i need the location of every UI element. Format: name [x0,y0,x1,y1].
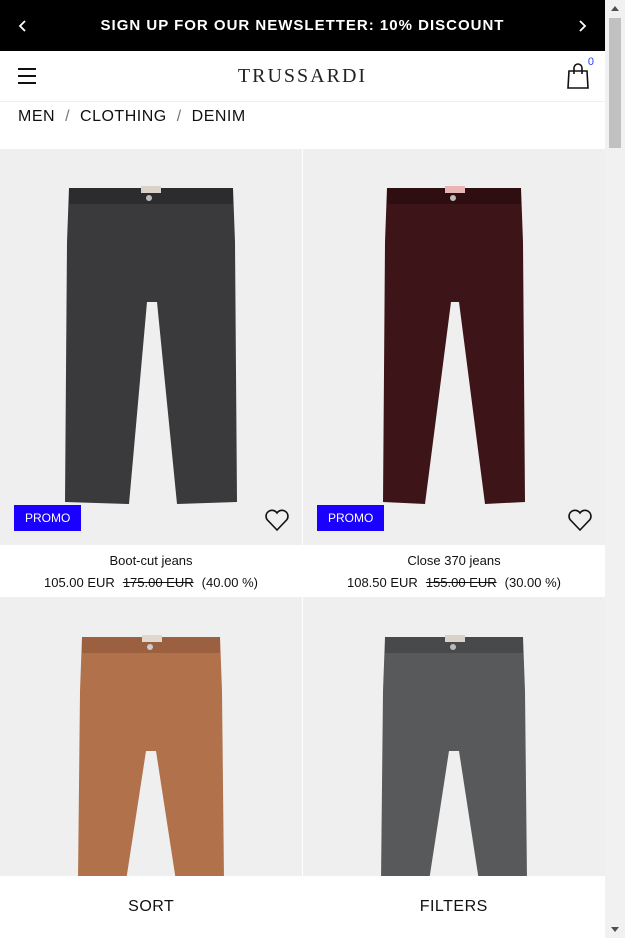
jeans-image [381,635,527,881]
product-image[interactable]: PROMO [303,149,605,545]
promo-badge: PROMO [317,505,385,531]
scrollbar-thumb[interactable] [609,18,621,148]
newsletter-message[interactable]: SIGN UP FOR OUR NEWSLETTER: 10% DISCOUNT [101,17,505,34]
cart-count: 0 [587,55,594,68]
heart-icon[interactable] [567,507,593,533]
product-image[interactable] [0,597,302,881]
product-price: 108.50 EUR [346,575,418,590]
jeans-image [78,635,224,881]
breadcrumb-separator: / [176,108,182,125]
breadcrumb-clothing[interactable]: CLOTHING [80,108,167,126]
product-grid: PROMO Boot-cut jeans 105.00 EUR 175.00 E… [0,149,605,881]
promo-badge: PROMO [14,505,82,531]
scroll-up-arrow-icon[interactable] [611,6,619,11]
heart-icon[interactable] [264,507,290,533]
product-discount: (40.00 %) [201,575,259,590]
jeans-image [383,186,525,504]
product-card[interactable] [0,597,302,881]
newsletter-banner: SIGN UP FOR OUR NEWSLETTER: 10% DISCOUNT [0,0,605,51]
chevron-left-icon [18,19,26,32]
site-header: TRUSSARDI 0 [0,51,605,102]
product-old-price: 175.00 EUR [122,575,194,590]
cart-button[interactable]: 0 [551,51,605,102]
banner-next-button[interactable] [559,0,605,51]
brand-logo[interactable]: TRUSSARDI [238,65,367,88]
product-card[interactable]: PROMO Close 370 jeans 108.50 EUR 155.00 … [303,149,605,597]
breadcrumb-separator: / [65,108,71,125]
product-price: 105.00 EUR [43,575,115,590]
menu-button[interactable] [0,51,54,102]
breadcrumb-denim[interactable]: DENIM [192,108,246,126]
product-discount: (30.00 %) [504,575,562,590]
filters-button[interactable]: FILTERS [303,898,606,916]
product-info: Close 370 jeans 108.50 EUR 155.00 EUR (3… [303,545,605,597]
product-card[interactable]: PROMO Boot-cut jeans 105.00 EUR 175.00 E… [0,149,302,597]
sort-button[interactable]: SORT [0,898,303,916]
banner-prev-button[interactable] [0,0,46,51]
chevron-right-icon [579,19,587,32]
product-price-line: 108.50 EUR 155.00 EUR (30.00 %) [303,575,605,590]
product-name[interactable]: Close 370 jeans [303,553,605,568]
shopping-bag-icon [567,63,589,89]
product-image[interactable]: PROMO [0,149,302,545]
product-card[interactable] [303,597,605,881]
product-name[interactable]: Boot-cut jeans [0,553,302,568]
scrollbar[interactable] [605,0,625,938]
breadcrumb-men[interactable]: MEN [18,108,55,126]
breadcrumb: MEN / CLOTHING / DENIM [18,108,246,126]
jeans-image [65,186,237,504]
sort-filter-bar: SORT FILTERS [0,876,605,938]
product-info: Boot-cut jeans 105.00 EUR 175.00 EUR (40… [0,545,302,597]
scroll-down-arrow-icon[interactable] [611,927,619,932]
product-old-price: 155.00 EUR [425,575,497,590]
hamburger-icon [18,68,36,84]
product-price-line: 105.00 EUR 175.00 EUR (40.00 %) [0,575,302,590]
product-image[interactable] [303,597,605,881]
